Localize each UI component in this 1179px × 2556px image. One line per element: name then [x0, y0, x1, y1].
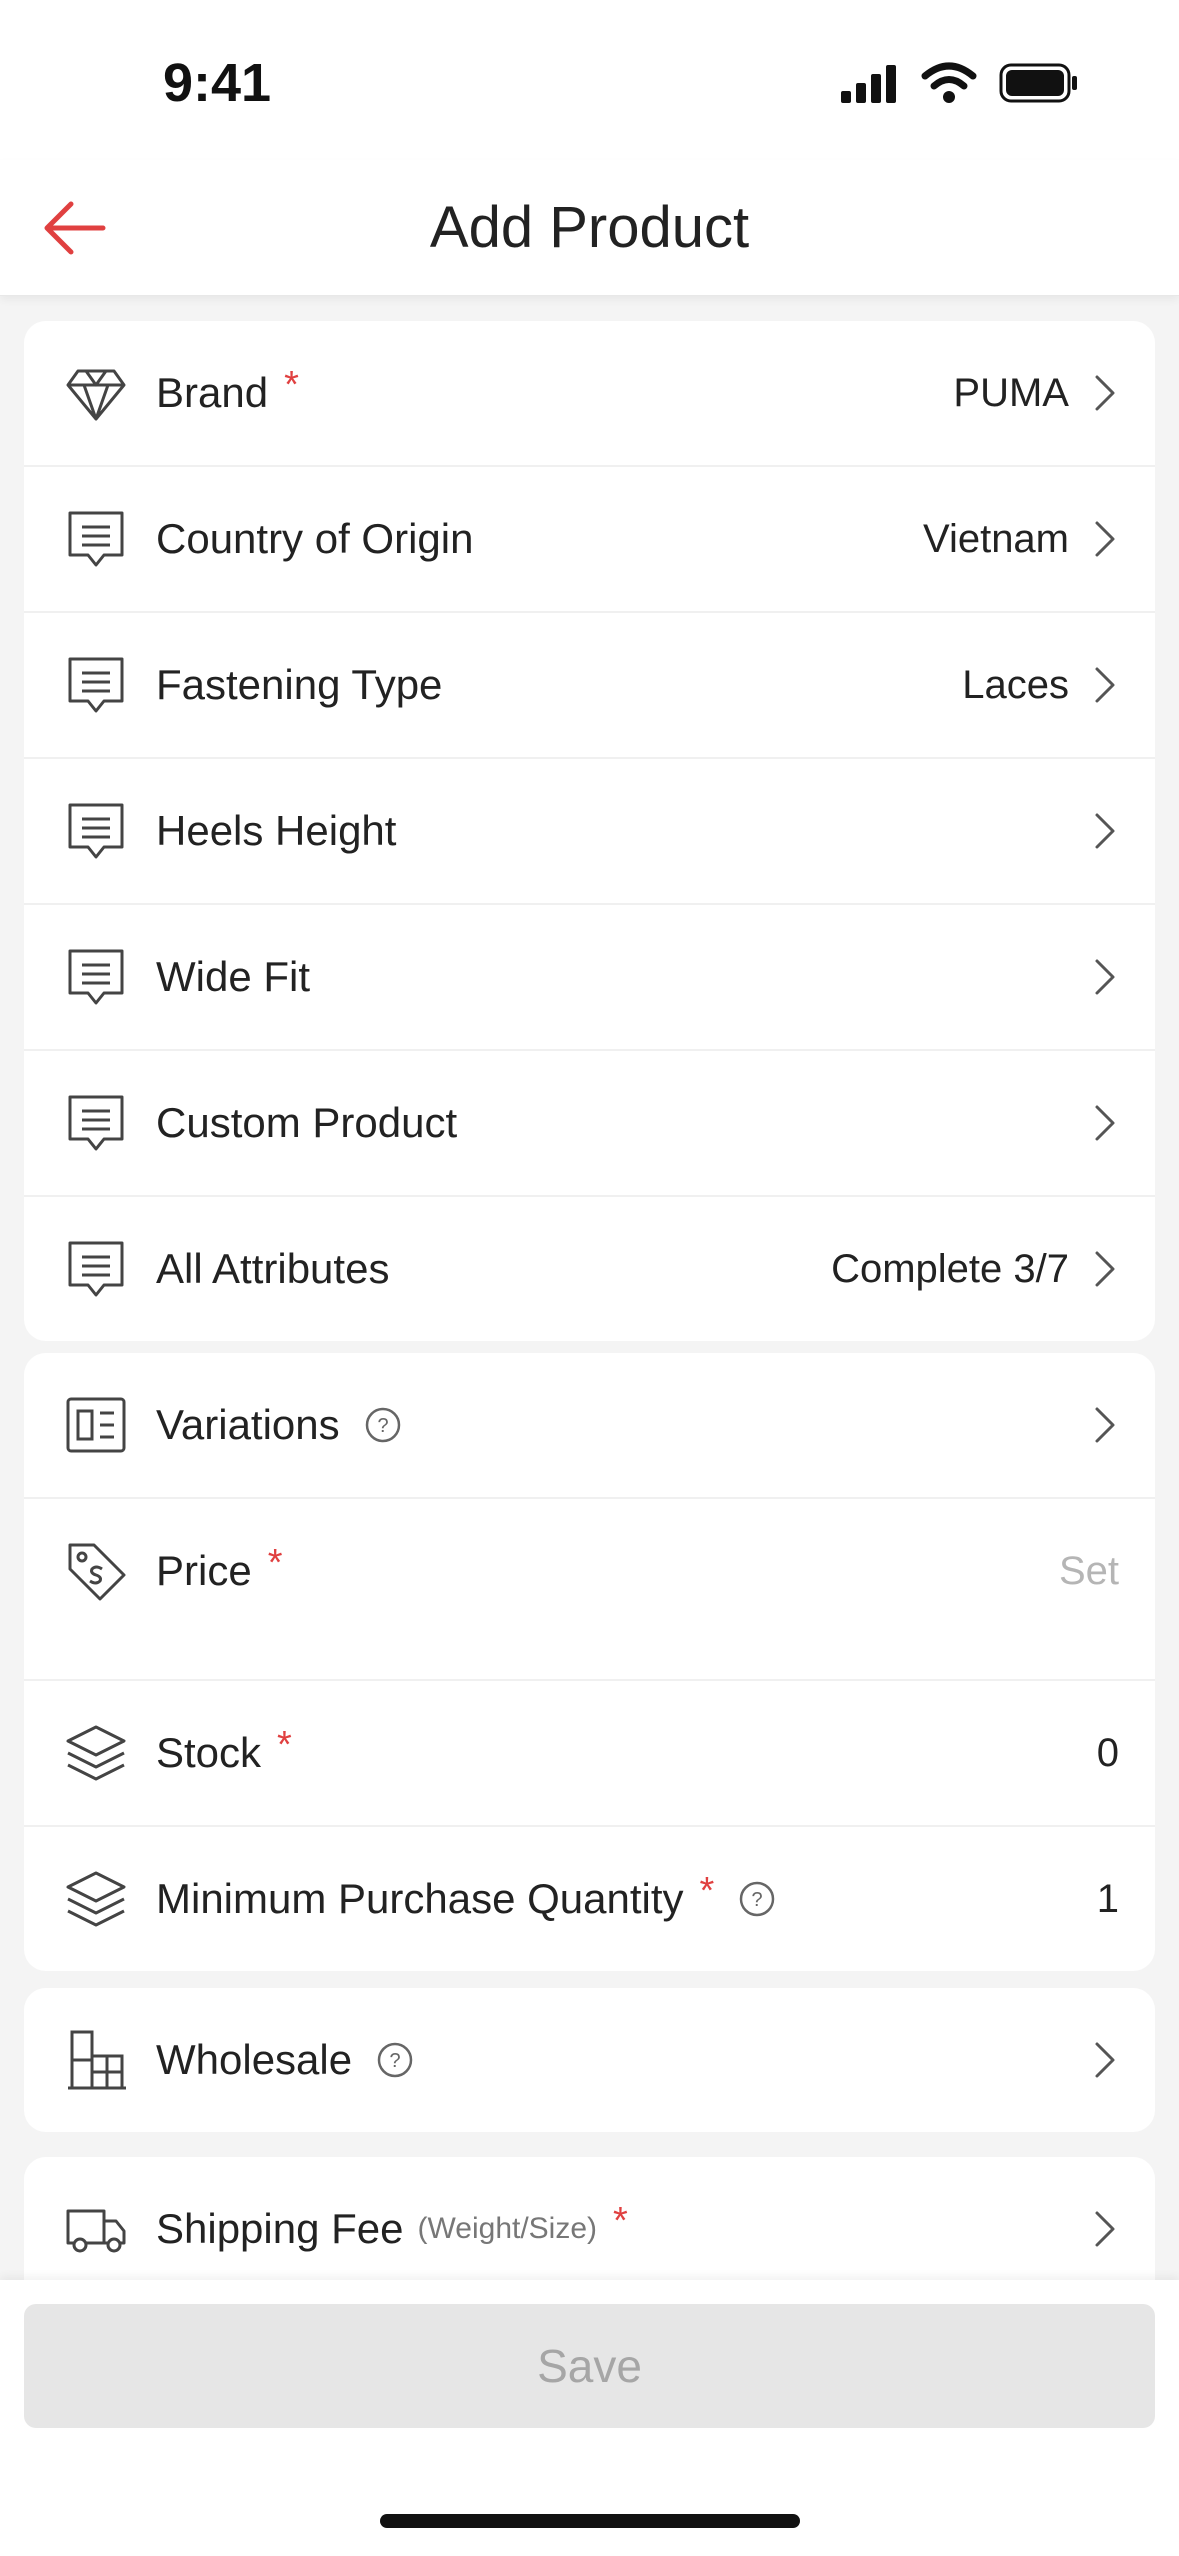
wholesale-icon: [64, 2028, 128, 2092]
attribute-row-country[interactable]: Country of Origin Vietnam: [24, 467, 1155, 613]
save-button[interactable]: Save: [24, 2304, 1155, 2428]
stock-row[interactable]: Stock * 0: [24, 1681, 1155, 1827]
stock-input[interactable]: 0: [1097, 1731, 1119, 1776]
layers-icon: [64, 1721, 128, 1785]
attribute-label: Country of Origin: [156, 515, 474, 562]
variations-label: Variations: [156, 1401, 340, 1448]
variations-row[interactable]: Variations ?: [24, 1353, 1155, 1499]
attribute-row-wide-fit[interactable]: Wide Fit: [24, 905, 1155, 1051]
chevron-right-icon: [1095, 521, 1115, 557]
min-purchase-row[interactable]: Minimum Purchase Quantity * ? 1: [24, 1827, 1155, 1971]
svg-text:?: ?: [390, 2050, 401, 2072]
price-input[interactable]: Set: [1059, 1549, 1119, 1594]
attribute-value: Complete 3/7: [831, 1246, 1069, 1291]
help-icon[interactable]: ?: [364, 1406, 402, 1444]
chevron-right-icon: [1095, 667, 1115, 703]
attribute-row-fastening[interactable]: Fastening Type Laces: [24, 613, 1155, 759]
chevron-right-icon: [1095, 2211, 1115, 2247]
chevron-right-icon: [1095, 2042, 1115, 2078]
svg-text:?: ?: [377, 1415, 388, 1437]
status-bar: 9:41: [0, 0, 1179, 160]
svg-text:?: ?: [752, 1889, 763, 1911]
attribute-value: PUMA: [953, 370, 1069, 415]
attributes-card: Brand * PUMA Country of Origin Vietnam F…: [24, 321, 1155, 1341]
comment-list-icon: [64, 1091, 128, 1155]
comment-list-icon: [64, 507, 128, 571]
chevron-right-icon: [1095, 1251, 1115, 1287]
page-title: Add Product: [429, 195, 750, 260]
comment-list-icon: [64, 799, 128, 863]
attribute-value: Laces: [962, 662, 1069, 707]
wholesale-row[interactable]: Wholesale ?: [24, 1988, 1155, 2132]
attribute-row-brand[interactable]: Brand * PUMA: [24, 321, 1155, 467]
attribute-label: Brand: [156, 369, 269, 416]
attribute-label: Fastening Type: [156, 661, 443, 708]
price-label: Price: [156, 1547, 252, 1594]
wifi-icon: [921, 62, 977, 103]
wholesale-card: Wholesale ?: [24, 1988, 1155, 2132]
comment-list-icon: [64, 945, 128, 1009]
wholesale-label: Wholesale: [156, 2036, 353, 2083]
chevron-right-icon: [1095, 1105, 1115, 1141]
attribute-label: All Attributes: [156, 1245, 390, 1292]
attribute-value: Vietnam: [922, 516, 1069, 561]
home-indicator[interactable]: [380, 2514, 800, 2528]
min-purchase-label: Minimum Purchase Quantity: [156, 1875, 684, 1922]
required-marker: *: [613, 2199, 628, 2242]
variations-icon: [64, 1393, 128, 1457]
attribute-label: Custom Product: [156, 1099, 458, 1146]
sales-card: Variations ? Price * Set Stock * 0 Minim…: [24, 1353, 1155, 1971]
required-marker: *: [284, 363, 299, 406]
attribute-label: Wide Fit: [156, 953, 311, 1000]
help-icon[interactable]: ?: [376, 2041, 414, 2079]
attribute-row-all-attributes[interactable]: All Attributes Complete 3/7: [24, 1197, 1155, 1341]
required-marker: *: [699, 1869, 715, 1912]
help-icon[interactable]: ?: [738, 1880, 776, 1918]
stock-label: Stock: [156, 1729, 262, 1776]
comment-list-icon: [64, 1237, 128, 1301]
chevron-right-icon: [1095, 813, 1115, 849]
shipping-sublabel: (Weight/Size): [417, 2212, 598, 2245]
attribute-label: Heels Height: [156, 807, 397, 854]
battery-icon: [999, 63, 1077, 103]
layers-icon: [64, 1867, 128, 1931]
signal-icon: [841, 65, 896, 103]
attribute-row-heels-height[interactable]: Heels Height: [24, 759, 1155, 905]
nav-bar: Add Product: [0, 160, 1179, 296]
required-marker: *: [277, 1723, 292, 1766]
chevron-right-icon: [1095, 959, 1115, 995]
diamond-icon: [64, 361, 128, 425]
chevron-right-icon: [1095, 375, 1115, 411]
price-tag-icon: [64, 1539, 128, 1603]
status-icons: [839, 62, 1079, 104]
shipping-label: Shipping Fee: [156, 2205, 404, 2252]
price-row[interactable]: Price * Set: [24, 1499, 1155, 1681]
min-purchase-input[interactable]: 1: [1097, 1877, 1119, 1922]
chevron-right-icon: [1095, 1407, 1115, 1443]
attribute-row-custom-product[interactable]: Custom Product: [24, 1051, 1155, 1197]
truck-icon: [64, 2197, 128, 2261]
comment-list-icon: [64, 653, 128, 717]
required-marker: *: [267, 1541, 283, 1584]
status-time: 9:41: [163, 53, 272, 113]
